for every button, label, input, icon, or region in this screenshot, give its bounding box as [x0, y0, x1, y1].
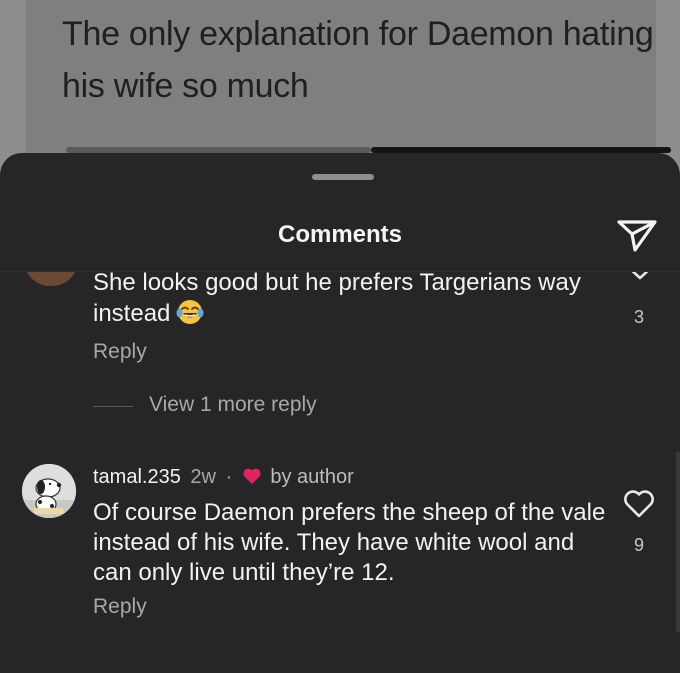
like-count: 3: [633, 307, 644, 327]
liked-by-author-label: by author: [270, 466, 354, 488]
comment-text: She looks good but he prefers Targerians…: [93, 272, 613, 329]
reply-button[interactable]: Reply: [93, 595, 147, 619]
snoopy-avatar-icon: [22, 464, 76, 518]
avatar[interactable]: [24, 272, 78, 286]
post-text: The only explanation for Daemon hating h…: [62, 15, 654, 105]
like-count: 9: [633, 535, 644, 555]
comment-body: She looks good but he prefers Targerians…: [93, 272, 581, 327]
view-more-replies-button[interactable]: View 1 more reply: [149, 393, 317, 417]
avatar[interactable]: [22, 464, 76, 518]
scrollbar[interactable]: [676, 452, 680, 632]
reply-button[interactable]: Reply: [93, 340, 147, 364]
comment-meta: tamal.235 2w · by author: [93, 464, 354, 490]
sheet-title: Comments: [277, 221, 403, 248]
paper-plane-icon[interactable]: [615, 217, 659, 253]
comment-list[interactable]: She looks good but he prefers Targerians…: [0, 272, 680, 673]
view-more-divider: [93, 406, 133, 407]
sheet-drag-handle[interactable]: [312, 174, 374, 180]
username-link[interactable]: tamal.235: [93, 466, 181, 488]
comment-time: 2w: [190, 466, 216, 488]
heart-icon[interactable]: [622, 488, 656, 520]
author-heart-icon: [243, 468, 261, 484]
comment-body: Of course Daemon prefers the sheep of th…: [93, 499, 606, 586]
tears-of-joy-emoji-icon: [176, 300, 204, 324]
meta-separator: ·: [225, 466, 233, 488]
comments-sheet: Comments She looks good but he prefers T…: [0, 153, 680, 673]
heart-icon[interactable]: [624, 272, 656, 284]
